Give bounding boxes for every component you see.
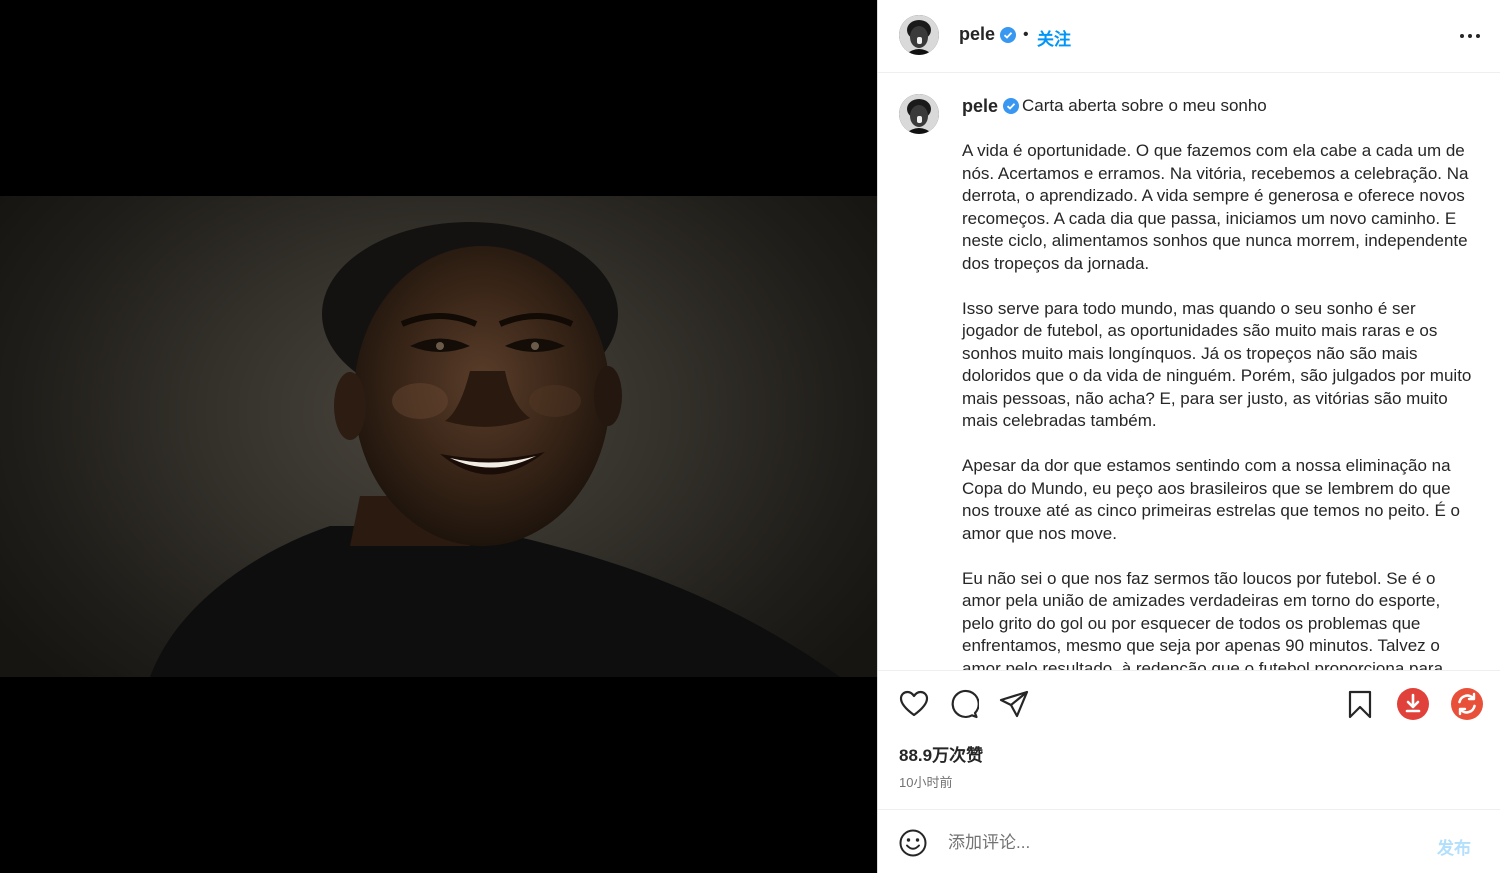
refresh-icon: [1451, 688, 1483, 720]
comment-input[interactable]: [948, 830, 1418, 856]
caption-username[interactable]: pele: [962, 96, 998, 117]
emoji-button[interactable]: [899, 829, 927, 857]
caption-title: Carta aberta sobre o meu sonho: [1022, 96, 1267, 115]
avatar-image: [899, 94, 939, 134]
like-button[interactable]: [899, 689, 929, 719]
post-actions: 88.9万次赞 10小时前: [878, 670, 1500, 810]
follow-button[interactable]: 关注: [1037, 25, 1071, 50]
avatar[interactable]: [899, 15, 939, 55]
comment-icon: [951, 689, 980, 719]
refresh-button[interactable]: [1450, 687, 1484, 721]
verified-badge-icon: [1000, 27, 1016, 43]
share-button[interactable]: [999, 689, 1029, 719]
verified-badge-icon: [1003, 98, 1019, 114]
caption-section: pele Carta aberta sobre o meu sonho A vi…: [878, 74, 1500, 670]
save-button[interactable]: [1345, 689, 1375, 719]
post-header: pele • 关注: [878, 0, 1500, 73]
download-icon: [1397, 688, 1429, 720]
post-detail-panel: pele • 关注 pele Carta aberta sobre o meu …: [877, 0, 1500, 873]
post-media: [0, 0, 877, 873]
share-icon: [999, 690, 1029, 718]
post-timestamp[interactable]: 10小时前: [899, 772, 952, 791]
caption-avatar[interactable]: [899, 94, 939, 134]
post-photo[interactable]: [0, 196, 877, 677]
download-button[interactable]: [1396, 687, 1430, 721]
post-comment-button[interactable]: 发布: [1437, 834, 1471, 859]
more-options-icon[interactable]: [1459, 26, 1481, 46]
comment-bar: 发布: [878, 809, 1500, 873]
comment-button[interactable]: [949, 689, 980, 719]
emoji-icon: [899, 829, 927, 857]
avatar-image: [899, 15, 939, 55]
heart-icon: [899, 690, 929, 717]
bookmark-icon: [1348, 690, 1372, 719]
header-username[interactable]: pele: [959, 24, 995, 45]
header-separator: •: [1023, 26, 1029, 43]
portrait-illustration: [150, 222, 840, 677]
likes-count[interactable]: 88.9万次赞: [899, 741, 983, 766]
caption-text: A vida é oportunidade. O que fazemos com…: [962, 141, 1472, 670]
